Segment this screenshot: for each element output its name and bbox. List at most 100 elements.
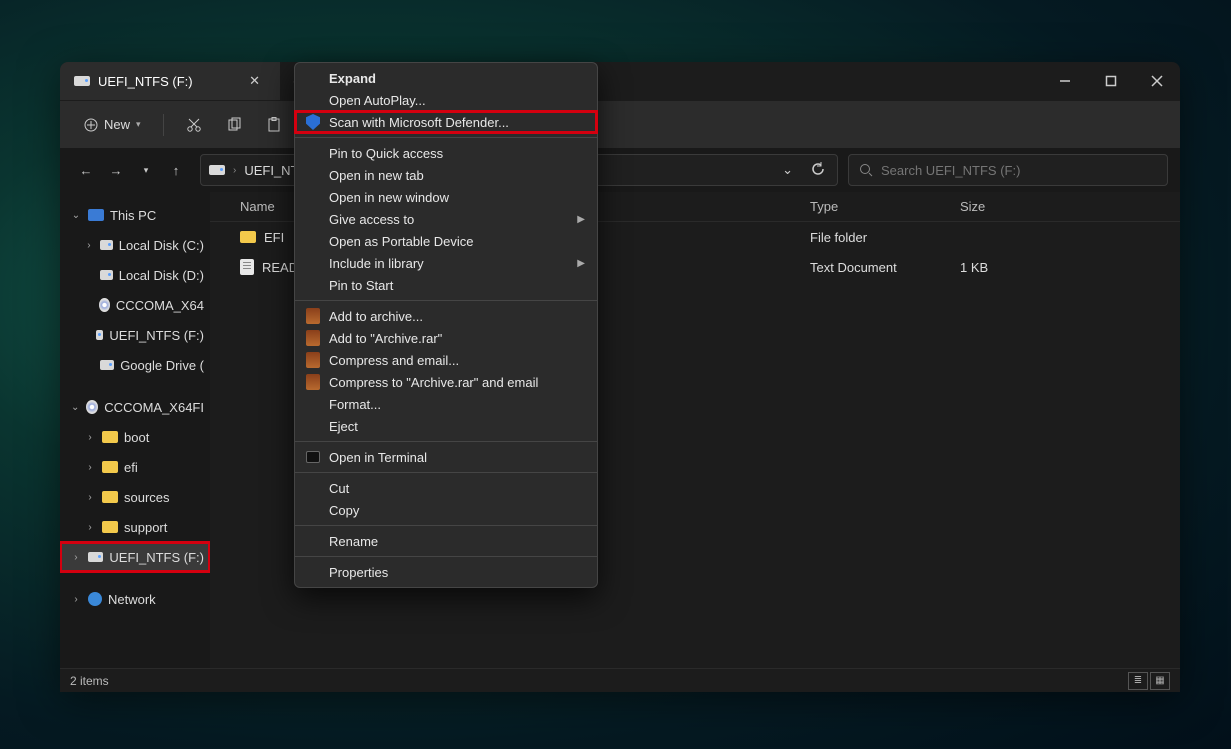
search-input[interactable]	[881, 163, 1157, 178]
context-item[interactable]: Open in new tab	[295, 164, 597, 186]
context-item[interactable]: Properties	[295, 561, 597, 583]
context-item[interactable]: Eject	[295, 415, 597, 437]
close-button[interactable]	[1134, 62, 1180, 100]
context-item[interactable]: Cut	[295, 477, 597, 499]
tree-item[interactable]: › Network	[60, 584, 210, 614]
tree-item[interactable]: UEFI_NTFS (F:)	[60, 320, 210, 350]
context-item[interactable]: Open in Terminal	[295, 446, 597, 468]
context-item-label: Open as Portable Device	[329, 234, 474, 249]
tree-item-label: boot	[124, 430, 149, 445]
chevron-icon[interactable]: ⌄	[70, 402, 80, 413]
forward-button[interactable]: →	[102, 156, 130, 184]
column-size[interactable]: Size	[960, 199, 1060, 214]
chevron-icon[interactable]: ›	[84, 462, 96, 473]
chevron-icon[interactable]: ›	[84, 240, 94, 251]
tree-item[interactable]: › support	[60, 512, 210, 542]
tree-item[interactable]: Google Drive (	[60, 350, 210, 380]
context-item[interactable]: Rename	[295, 530, 597, 552]
tree-item-label: UEFI_NTFS (F:)	[109, 328, 204, 343]
context-item-label: Copy	[329, 503, 359, 518]
rar-icon	[306, 330, 320, 346]
context-item[interactable]: Format...	[295, 393, 597, 415]
file-explorer-window: UEFI_NTFS (F:) ✕ + New ▾ w ▾ Eject	[60, 62, 1180, 692]
copy-button[interactable]	[216, 111, 252, 139]
recent-button[interactable]: ▾	[132, 156, 160, 184]
context-item-label: Cut	[329, 481, 349, 496]
address-dropdown[interactable]: ⌄	[776, 162, 799, 178]
context-item-label: Add to archive...	[329, 309, 423, 324]
chevron-down-icon: ▾	[136, 119, 141, 130]
context-item[interactable]: Open as Portable Device	[295, 230, 597, 252]
tree-item-label: This PC	[110, 208, 156, 223]
context-item[interactable]: Expand	[295, 67, 597, 89]
tree-item[interactable]: ›sources	[60, 482, 210, 512]
icons-view-button[interactable]: ▦	[1150, 672, 1170, 690]
close-tab-button[interactable]: ✕	[243, 71, 266, 91]
context-item[interactable]: Add to archive...	[295, 305, 597, 327]
file-type: File folder	[810, 230, 960, 245]
chevron-icon[interactable]: ⌄	[70, 210, 82, 221]
chevron-icon[interactable]: ›	[84, 522, 96, 533]
context-item[interactable]: Pin to Quick access	[295, 142, 597, 164]
context-item[interactable]: Pin to Start	[295, 274, 597, 296]
search-box[interactable]	[848, 154, 1168, 186]
chevron-icon[interactable]: ›	[70, 594, 82, 605]
net-icon	[88, 592, 102, 606]
titlebar: UEFI_NTFS (F:) ✕ +	[60, 62, 1180, 100]
chevron-icon[interactable]: ›	[84, 492, 96, 503]
context-item-label: Pin to Quick access	[329, 146, 443, 161]
chevron-icon[interactable]: ›	[70, 552, 82, 563]
chevron-icon[interactable]: ›	[84, 432, 96, 443]
maximize-button[interactable]	[1088, 62, 1134, 100]
cut-button[interactable]	[176, 111, 212, 139]
status-bar: 2 items ≣ ▦	[60, 668, 1180, 692]
context-item[interactable]: Include in library▶	[295, 252, 597, 274]
tree-item[interactable]: ⌄ This PC	[60, 200, 210, 230]
tree-item-label: support	[124, 520, 167, 535]
minimize-button[interactable]	[1042, 62, 1088, 100]
file-size: 1 KB	[960, 260, 1060, 275]
folder-icon	[102, 431, 118, 443]
file-icon	[240, 259, 254, 275]
separator	[163, 114, 164, 136]
paste-icon	[266, 117, 282, 133]
back-button[interactable]: ←	[72, 156, 100, 184]
tree-item[interactable]: ⌄CCCOMA_X64FI	[60, 392, 210, 422]
tree-item[interactable]: Local Disk (D:)	[60, 260, 210, 290]
context-item-label: Format...	[329, 397, 381, 412]
pc-icon	[88, 209, 104, 221]
context-item[interactable]: Add to "Archive.rar"	[295, 327, 597, 349]
folder-icon	[102, 461, 118, 473]
new-button[interactable]: New ▾	[74, 111, 151, 138]
refresh-button[interactable]	[807, 162, 829, 179]
submenu-arrow-icon: ▶	[577, 214, 585, 225]
up-button[interactable]: ↑	[162, 156, 190, 184]
context-item[interactable]: Compress to "Archive.rar" and email	[295, 371, 597, 393]
context-item[interactable]: Open AutoPlay...	[295, 89, 597, 111]
context-item-label: Add to "Archive.rar"	[329, 331, 442, 346]
column-type[interactable]: Type	[810, 199, 960, 214]
tree-item[interactable]: CCCOMA_X64	[60, 290, 210, 320]
context-item-label: Open AutoPlay...	[329, 93, 426, 108]
tree-item-label: Google Drive (	[120, 358, 204, 373]
navigation-row: ← → ▾ ↑ › UEFI_NTFS ⌄	[60, 148, 1180, 192]
context-item-label: Scan with Microsoft Defender...	[329, 115, 509, 130]
drive-icon	[88, 552, 104, 562]
context-item-label: Expand	[329, 71, 376, 86]
tree-item[interactable]: › boot	[60, 422, 210, 452]
folder-icon	[240, 231, 256, 243]
context-item[interactable]: Give access to▶	[295, 208, 597, 230]
details-view-button[interactable]: ≣	[1128, 672, 1148, 690]
tree-item[interactable]: ›efi	[60, 452, 210, 482]
tree-item[interactable]: ›UEFI_NTFS (F:)	[60, 542, 210, 572]
context-item[interactable]: Scan with Microsoft Defender...	[295, 111, 597, 133]
tree-item[interactable]: ›Local Disk (C:)	[60, 230, 210, 260]
context-item[interactable]: Open in new window	[295, 186, 597, 208]
context-item-label: Open in new tab	[329, 168, 424, 183]
context-item[interactable]: Compress and email...	[295, 349, 597, 371]
scissors-icon	[186, 117, 202, 133]
paste-button[interactable]	[256, 111, 292, 139]
tree-item-label: Network	[108, 592, 156, 607]
window-tab[interactable]: UEFI_NTFS (F:) ✕	[60, 62, 280, 100]
context-item[interactable]: Copy	[295, 499, 597, 521]
